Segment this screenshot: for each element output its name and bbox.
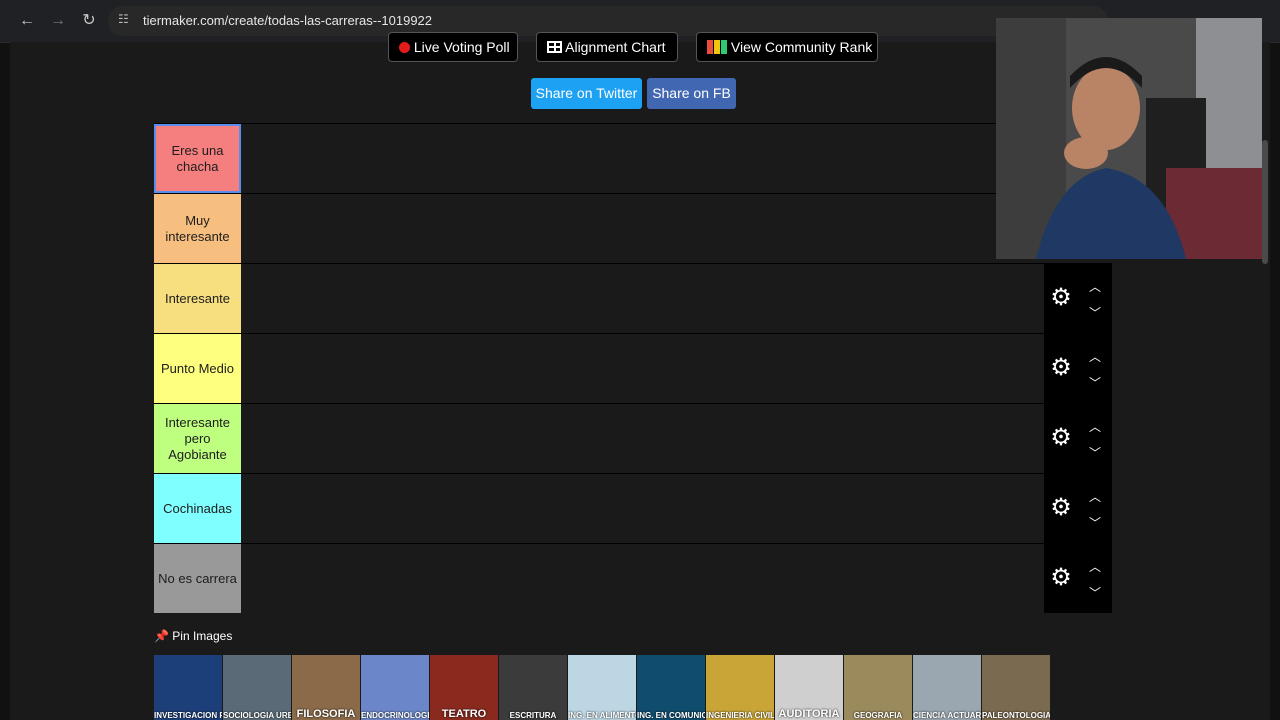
tier-image-label: CIENCIA ACTUARIAL [913,711,981,720]
site-settings-icon[interactable]: ☷ [118,12,132,26]
url-text[interactable]: tiermaker.com/create/todas-las-carreras-… [143,13,432,28]
tier-controls: ⚙ ︿ ﹀ [1044,404,1112,473]
tier-image-card[interactable]: ENDOCRINOLOGIA [361,655,429,720]
gear-icon[interactable]: ⚙ [1048,355,1074,381]
reload-icon[interactable]: ↻ [79,11,99,31]
forward-icon[interactable]: → [48,11,68,31]
tier-image-label: PALEONTOLOGIA [982,711,1050,720]
tier-controls: ⚙ ︿ ﹀ [1044,334,1112,403]
tier-drop-zone[interactable] [242,474,1044,543]
alignment-chart-button[interactable]: Alignment Chart [536,32,678,62]
tier-grid-icon [707,40,727,54]
tier-image-card[interactable]: CIENCIA ACTUARIAL [913,655,981,720]
tier-label[interactable]: Punto Medio [154,334,241,403]
tier-image-label: INGENIERIA CIVIL [706,711,774,720]
tier-label-text[interactable]: Eres una chacha [159,143,236,175]
tier-row: Interesante ⚙ ︿ ﹀ [154,263,1112,333]
chevron-up-icon[interactable]: ︿ [1086,488,1104,504]
tier-image-card[interactable]: PALEONTOLOGIA [982,655,1050,720]
tier-row: No es carrera ⚙ ︿ ﹀ [154,543,1112,613]
tier-image-label: FILOSOFIA [296,708,356,720]
tier-label-text: Cochinadas [163,500,232,516]
tier-label-text: Muy interesante [165,212,230,244]
tier-controls: ⚙ ︿ ﹀ [1044,264,1112,333]
tier-drop-zone[interactable] [242,404,1044,473]
view-community-rank-button[interactable]: View Community Rank [696,32,878,62]
tier-image-label: ING. EN COMUNICACIONES [637,711,705,720]
tier-image-card[interactable]: GEOGRAFIA [844,655,912,720]
back-icon[interactable]: ← [17,11,37,31]
tier-image-card[interactable]: INGENIERIA CIVIL [706,655,774,720]
tier-row: Interesante pero Agobiante ⚙ ︿ ﹀ [154,403,1112,473]
alignment-chart-label: Alignment Chart [565,39,666,55]
tier-row: Punto Medio ⚙ ︿ ﹀ [154,333,1112,403]
tier-label-text: Interesante [164,290,231,306]
tier-drop-zone[interactable] [242,334,1044,403]
share-fb-button[interactable]: Share on FB [647,78,736,109]
live-voting-poll-button[interactable]: Live Voting Poll [388,32,518,62]
tier-image-label: AUDITORIA [778,708,840,720]
tier-image-label: ESCRITURA [509,711,557,720]
chevron-down-icon[interactable]: ﹀ [1086,374,1104,390]
gear-icon[interactable]: ⚙ [1048,425,1074,451]
pin-images-heading[interactable]: 📌 Pin Images [154,629,232,643]
pushpin-icon: 📌 [154,629,169,643]
record-icon [399,42,410,53]
tier-label-text: Interesante pero Agobiante [164,414,231,462]
tier-image-card[interactable]: SOCIOLOGIA URBANA [223,655,291,720]
tier-label[interactable]: Interesante pero Agobiante [154,404,241,473]
chevron-up-icon[interactable]: ︿ [1086,558,1104,574]
chevron-up-icon[interactable]: ︿ [1086,278,1104,294]
gear-icon[interactable]: ⚙ [1048,495,1074,521]
tier-image-label: GEOGRAFIA [853,711,903,720]
tier-controls: ⚙ ︿ ﹀ [1044,474,1112,543]
tier-image-label: ENDOCRINOLOGIA [361,711,429,720]
tier-image-label: INVESTIGACION FEDERAL [154,711,222,720]
tier-label[interactable]: Cochinadas [154,474,241,543]
tier-label[interactable]: Interesante [154,264,241,333]
tier-image-card[interactable]: AUDITORIA [775,655,843,720]
live-voting-poll-label: Live Voting Poll [413,39,510,55]
tier-label[interactable]: Muy interesante [154,194,241,263]
chevron-down-icon[interactable]: ﹀ [1086,514,1104,530]
page-scrollbar[interactable] [1262,140,1268,264]
tier-image-label: ING. EN ALIMENTOS [568,711,636,720]
tier-drop-zone[interactable] [242,264,1044,333]
tier-label[interactable]: No es carrera [154,544,241,613]
tier-controls: ⚙ ︿ ﹀ [1044,544,1112,613]
tier-label-text: No es carrera [158,570,237,586]
gear-icon[interactable]: ⚙ [1048,565,1074,591]
chevron-down-icon[interactable]: ﹀ [1086,304,1104,320]
webcam-overlay [996,18,1262,259]
tier-image-card[interactable]: ESCRITURA [499,655,567,720]
tier-drop-zone[interactable] [242,194,1044,263]
chevron-up-icon[interactable]: ︿ [1086,348,1104,364]
tier-label-text: Punto Medio [161,360,234,376]
view-community-rank-label: View Community Rank [730,39,873,55]
tier-image-card[interactable]: FILOSOFIA [292,655,360,720]
grid-icon [547,41,562,53]
tier-image-label: TEATRO [441,708,487,720]
gear-icon[interactable]: ⚙ [1048,285,1074,311]
tier-row: Cochinadas ⚙ ︿ ﹀ [154,473,1112,543]
webcam-image [996,18,1262,259]
tier-image-card[interactable]: TEATRO [430,655,498,720]
chevron-up-icon[interactable]: ︿ [1086,418,1104,434]
tier-image-card[interactable]: ING. EN COMUNICACIONES [637,655,705,720]
tier-label[interactable]: Eres una chacha [154,124,241,193]
chevron-down-icon[interactable]: ﹀ [1086,444,1104,460]
tier-image-label: SOCIOLOGIA URBANA [223,711,291,720]
tier-drop-zone[interactable] [242,544,1044,613]
pin-images-label: Pin Images [172,629,233,643]
tier-row: Muy interesante [154,193,1112,263]
tier-row: Eres una chacha [154,123,1112,193]
share-twitter-button[interactable]: Share on Twitter [531,78,642,109]
chevron-down-icon[interactable]: ﹀ [1086,584,1104,600]
tier-image-card[interactable]: ING. EN ALIMENTOS [568,655,636,720]
tier-image-card[interactable]: INVESTIGACION FEDERAL [154,655,222,720]
tier-drop-zone[interactable] [242,124,1044,193]
